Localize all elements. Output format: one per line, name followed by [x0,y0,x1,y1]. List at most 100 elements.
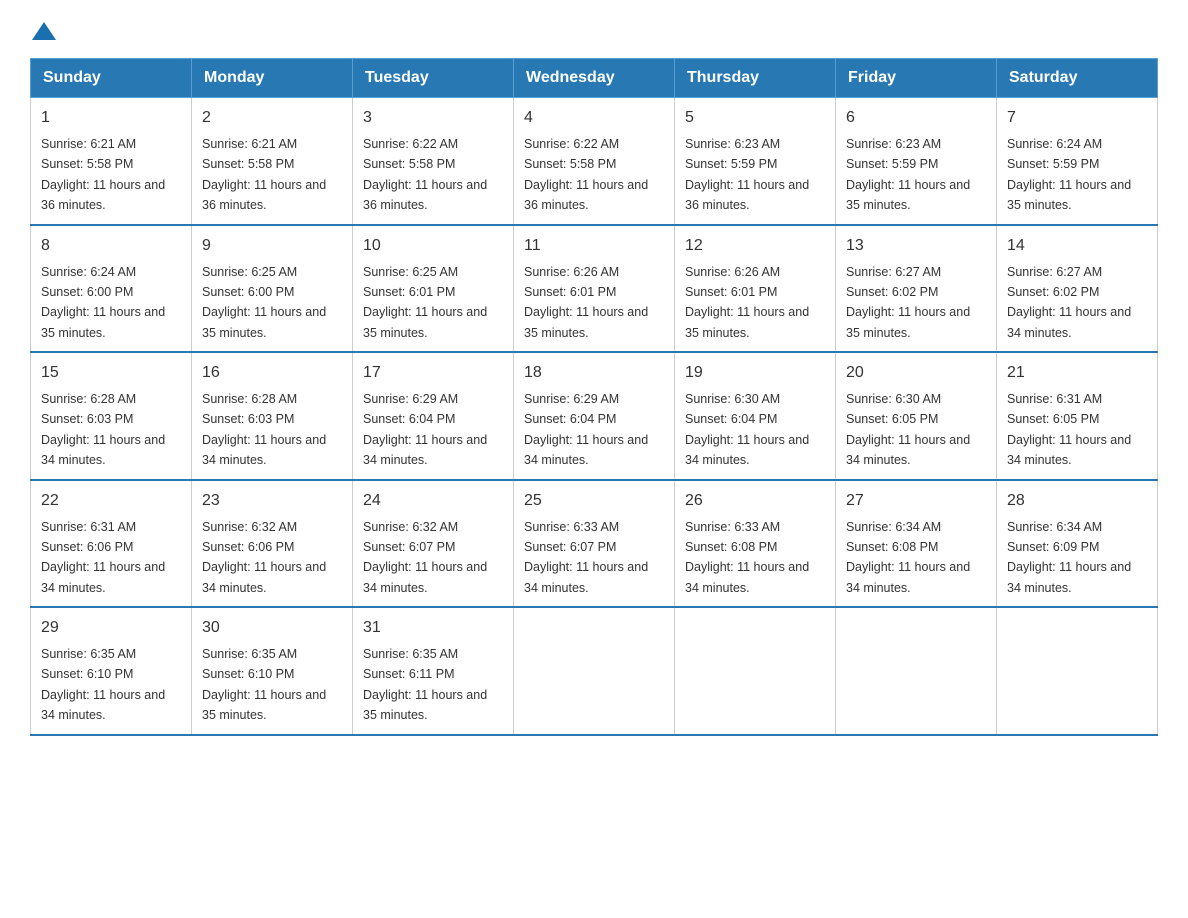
calendar-cell: 13 Sunrise: 6:27 AM Sunset: 6:02 PM Dayl… [836,225,997,353]
calendar-week-row: 29 Sunrise: 6:35 AM Sunset: 6:10 PM Dayl… [31,607,1158,735]
calendar-cell: 29 Sunrise: 6:35 AM Sunset: 6:10 PM Dayl… [31,607,192,735]
day-number: 4 [524,106,664,130]
weekday-header-monday: Monday [192,59,353,98]
day-info: Sunrise: 6:27 AM Sunset: 6:02 PM Dayligh… [846,265,970,340]
day-info: Sunrise: 6:26 AM Sunset: 6:01 PM Dayligh… [524,265,648,340]
day-number: 15 [41,361,181,385]
calendar-cell: 30 Sunrise: 6:35 AM Sunset: 6:10 PM Dayl… [192,607,353,735]
calendar-cell: 17 Sunrise: 6:29 AM Sunset: 6:04 PM Dayl… [353,352,514,480]
calendar-cell: 9 Sunrise: 6:25 AM Sunset: 6:00 PM Dayli… [192,225,353,353]
calendar-week-row: 8 Sunrise: 6:24 AM Sunset: 6:00 PM Dayli… [31,225,1158,353]
weekday-header-thursday: Thursday [675,59,836,98]
day-number: 5 [685,106,825,130]
day-info: Sunrise: 6:28 AM Sunset: 6:03 PM Dayligh… [41,392,165,467]
day-number: 12 [685,234,825,258]
day-info: Sunrise: 6:24 AM Sunset: 5:59 PM Dayligh… [1007,137,1131,212]
calendar-week-row: 1 Sunrise: 6:21 AM Sunset: 5:58 PM Dayli… [31,98,1158,225]
day-info: Sunrise: 6:35 AM Sunset: 6:10 PM Dayligh… [41,647,165,722]
day-number: 3 [363,106,503,130]
day-info: Sunrise: 6:33 AM Sunset: 6:07 PM Dayligh… [524,520,648,595]
calendar-cell: 1 Sunrise: 6:21 AM Sunset: 5:58 PM Dayli… [31,98,192,225]
day-number: 28 [1007,489,1147,513]
calendar-cell [514,607,675,735]
day-number: 25 [524,489,664,513]
day-info: Sunrise: 6:25 AM Sunset: 6:01 PM Dayligh… [363,265,487,340]
day-number: 8 [41,234,181,258]
day-info: Sunrise: 6:27 AM Sunset: 6:02 PM Dayligh… [1007,265,1131,340]
calendar-cell: 22 Sunrise: 6:31 AM Sunset: 6:06 PM Dayl… [31,480,192,608]
calendar-cell: 21 Sunrise: 6:31 AM Sunset: 6:05 PM Dayl… [997,352,1158,480]
day-number: 13 [846,234,986,258]
calendar-cell: 15 Sunrise: 6:28 AM Sunset: 6:03 PM Dayl… [31,352,192,480]
calendar-week-row: 15 Sunrise: 6:28 AM Sunset: 6:03 PM Dayl… [31,352,1158,480]
day-info: Sunrise: 6:21 AM Sunset: 5:58 PM Dayligh… [41,137,165,212]
calendar-cell: 10 Sunrise: 6:25 AM Sunset: 6:01 PM Dayl… [353,225,514,353]
day-number: 26 [685,489,825,513]
calendar-cell: 14 Sunrise: 6:27 AM Sunset: 6:02 PM Dayl… [997,225,1158,353]
calendar-cell [836,607,997,735]
day-info: Sunrise: 6:31 AM Sunset: 6:05 PM Dayligh… [1007,392,1131,467]
calendar-cell: 28 Sunrise: 6:34 AM Sunset: 6:09 PM Dayl… [997,480,1158,608]
day-info: Sunrise: 6:28 AM Sunset: 6:03 PM Dayligh… [202,392,326,467]
calendar-cell: 24 Sunrise: 6:32 AM Sunset: 6:07 PM Dayl… [353,480,514,608]
day-info: Sunrise: 6:32 AM Sunset: 6:07 PM Dayligh… [363,520,487,595]
day-number: 7 [1007,106,1147,130]
day-info: Sunrise: 6:23 AM Sunset: 5:59 PM Dayligh… [846,137,970,212]
day-info: Sunrise: 6:21 AM Sunset: 5:58 PM Dayligh… [202,137,326,212]
calendar-cell: 8 Sunrise: 6:24 AM Sunset: 6:00 PM Dayli… [31,225,192,353]
calendar-week-row: 22 Sunrise: 6:31 AM Sunset: 6:06 PM Dayl… [31,480,1158,608]
day-info: Sunrise: 6:29 AM Sunset: 6:04 PM Dayligh… [363,392,487,467]
calendar-cell: 27 Sunrise: 6:34 AM Sunset: 6:08 PM Dayl… [836,480,997,608]
calendar-cell: 19 Sunrise: 6:30 AM Sunset: 6:04 PM Dayl… [675,352,836,480]
day-number: 11 [524,234,664,258]
weekday-header-sunday: Sunday [31,59,192,98]
day-info: Sunrise: 6:30 AM Sunset: 6:05 PM Dayligh… [846,392,970,467]
calendar-cell: 23 Sunrise: 6:32 AM Sunset: 6:06 PM Dayl… [192,480,353,608]
day-number: 9 [202,234,342,258]
day-info: Sunrise: 6:24 AM Sunset: 6:00 PM Dayligh… [41,265,165,340]
logo-text [30,20,58,42]
calendar-cell [997,607,1158,735]
day-info: Sunrise: 6:34 AM Sunset: 6:09 PM Dayligh… [1007,520,1131,595]
calendar-cell: 31 Sunrise: 6:35 AM Sunset: 6:11 PM Dayl… [353,607,514,735]
calendar-cell: 26 Sunrise: 6:33 AM Sunset: 6:08 PM Dayl… [675,480,836,608]
day-number: 31 [363,616,503,640]
calendar-cell: 18 Sunrise: 6:29 AM Sunset: 6:04 PM Dayl… [514,352,675,480]
day-number: 24 [363,489,503,513]
logo [30,20,58,38]
day-number: 20 [846,361,986,385]
weekday-header-row: SundayMondayTuesdayWednesdayThursdayFrid… [31,59,1158,98]
day-info: Sunrise: 6:22 AM Sunset: 5:58 PM Dayligh… [524,137,648,212]
calendar-cell: 20 Sunrise: 6:30 AM Sunset: 6:05 PM Dayl… [836,352,997,480]
day-info: Sunrise: 6:34 AM Sunset: 6:08 PM Dayligh… [846,520,970,595]
logo-triangle-icon [30,20,58,42]
day-number: 17 [363,361,503,385]
calendar-cell: 12 Sunrise: 6:26 AM Sunset: 6:01 PM Dayl… [675,225,836,353]
calendar-cell: 16 Sunrise: 6:28 AM Sunset: 6:03 PM Dayl… [192,352,353,480]
calendar-cell: 5 Sunrise: 6:23 AM Sunset: 5:59 PM Dayli… [675,98,836,225]
day-number: 21 [1007,361,1147,385]
day-number: 2 [202,106,342,130]
day-number: 18 [524,361,664,385]
page-header [30,20,1158,38]
day-number: 19 [685,361,825,385]
weekday-header-friday: Friday [836,59,997,98]
day-number: 10 [363,234,503,258]
day-info: Sunrise: 6:31 AM Sunset: 6:06 PM Dayligh… [41,520,165,595]
calendar-cell [675,607,836,735]
calendar-cell: 3 Sunrise: 6:22 AM Sunset: 5:58 PM Dayli… [353,98,514,225]
weekday-header-wednesday: Wednesday [514,59,675,98]
day-number: 14 [1007,234,1147,258]
calendar-cell: 6 Sunrise: 6:23 AM Sunset: 5:59 PM Dayli… [836,98,997,225]
calendar-cell: 2 Sunrise: 6:21 AM Sunset: 5:58 PM Dayli… [192,98,353,225]
day-number: 30 [202,616,342,640]
calendar-cell: 7 Sunrise: 6:24 AM Sunset: 5:59 PM Dayli… [997,98,1158,225]
calendar-cell: 25 Sunrise: 6:33 AM Sunset: 6:07 PM Dayl… [514,480,675,608]
calendar-header: SundayMondayTuesdayWednesdayThursdayFrid… [31,59,1158,98]
day-number: 16 [202,361,342,385]
weekday-header-tuesday: Tuesday [353,59,514,98]
calendar-cell: 4 Sunrise: 6:22 AM Sunset: 5:58 PM Dayli… [514,98,675,225]
day-info: Sunrise: 6:32 AM Sunset: 6:06 PM Dayligh… [202,520,326,595]
day-number: 22 [41,489,181,513]
day-info: Sunrise: 6:29 AM Sunset: 6:04 PM Dayligh… [524,392,648,467]
